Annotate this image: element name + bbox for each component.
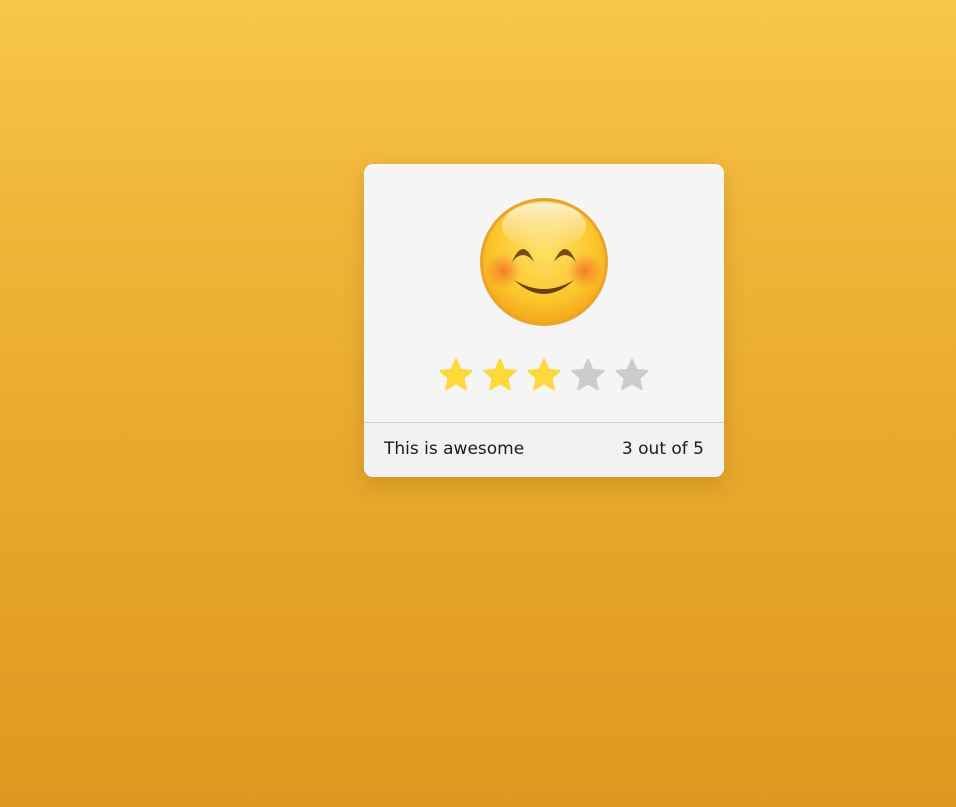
rating-count: 3 out of 5 (621, 439, 704, 459)
rating-card: This is awesome 3 out of 5 (364, 164, 724, 477)
star-5-icon[interactable] (614, 357, 650, 393)
star-2-icon[interactable] (482, 357, 518, 393)
rating-footer: This is awesome 3 out of 5 (364, 423, 724, 477)
star-3-icon[interactable] (526, 357, 562, 393)
star-rating (438, 357, 650, 393)
star-1-icon[interactable] (438, 357, 474, 393)
smiling-face-icon (478, 196, 610, 328)
rating-label: This is awesome (384, 439, 525, 459)
star-4-icon[interactable] (570, 357, 606, 393)
